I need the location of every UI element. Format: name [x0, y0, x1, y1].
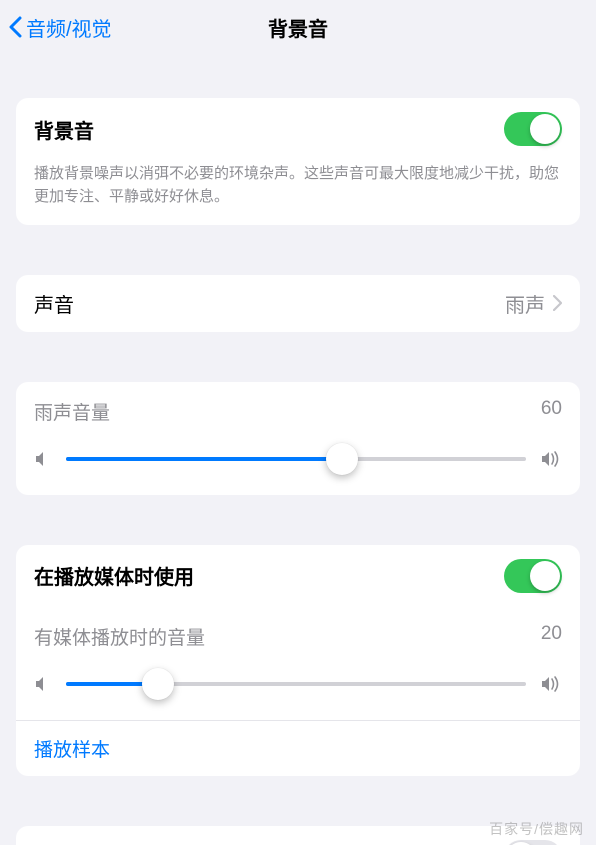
toggle-knob: [530, 114, 560, 144]
media-toggle[interactable]: [504, 559, 562, 593]
speaker-low-icon: [34, 450, 52, 468]
group-sound: 声音 雨声: [16, 275, 580, 332]
media-volume-label: 有媒体播放时的音量: [34, 623, 205, 650]
page-title: 背景音: [268, 13, 328, 42]
background-sound-description: 播放背景噪声以消弭不必要的环境杂声。这些声音可最大限度地减少干扰，助您更加专注、…: [16, 160, 580, 225]
media-toggle-label: 在播放媒体时使用: [34, 561, 194, 590]
play-sample-link[interactable]: 播放样本: [16, 721, 580, 776]
rain-volume-slider[interactable]: [66, 441, 526, 477]
watermark: 百家号/偿趣网: [489, 819, 584, 839]
slider-thumb: [142, 668, 174, 700]
speaker-high-icon: [540, 675, 562, 693]
slider-thumb: [326, 443, 358, 475]
sound-label: 声音: [34, 289, 74, 318]
speaker-high-icon: [540, 450, 562, 468]
speaker-low-icon: [34, 675, 52, 693]
background-sound-toggle[interactable]: [504, 112, 562, 146]
toggle-knob: [506, 842, 536, 845]
sound-value: 雨声: [505, 289, 545, 318]
group-media: 在播放媒体时使用 有媒体播放时的音量 20: [16, 545, 580, 776]
back-label: 音频/视觉: [26, 13, 112, 42]
media-volume-slider[interactable]: [66, 666, 526, 702]
row-media-toggle: 在播放媒体时使用: [16, 545, 580, 607]
row-background-sound-toggle: 背景音: [16, 98, 580, 160]
rain-volume-value: 60: [541, 398, 562, 425]
background-sound-label: 背景音: [34, 115, 94, 144]
chevron-right-icon: [553, 295, 562, 311]
rain-volume-block: 雨声音量 60: [16, 382, 580, 495]
group-rain-volume: 雨声音量 60: [16, 382, 580, 495]
sound-value-wrap: 雨声: [505, 289, 562, 318]
chevron-left-icon: [8, 16, 22, 38]
toggle-knob: [530, 561, 560, 591]
rain-volume-label: 雨声音量: [34, 398, 110, 425]
nav-header: 音频/视觉 背景音: [0, 0, 596, 54]
lock-stop-toggle[interactable]: [504, 840, 562, 845]
media-volume-block: 有媒体播放时的音量 20: [16, 607, 580, 720]
media-volume-value: 20: [541, 623, 562, 650]
row-sound[interactable]: 声音 雨声: [16, 275, 580, 332]
back-button[interactable]: 音频/视觉: [0, 13, 112, 42]
group-background-sound: 背景音 播放背景噪声以消弭不必要的环境杂声。这些声音可最大限度地减少干扰，助您更…: [16, 98, 580, 225]
